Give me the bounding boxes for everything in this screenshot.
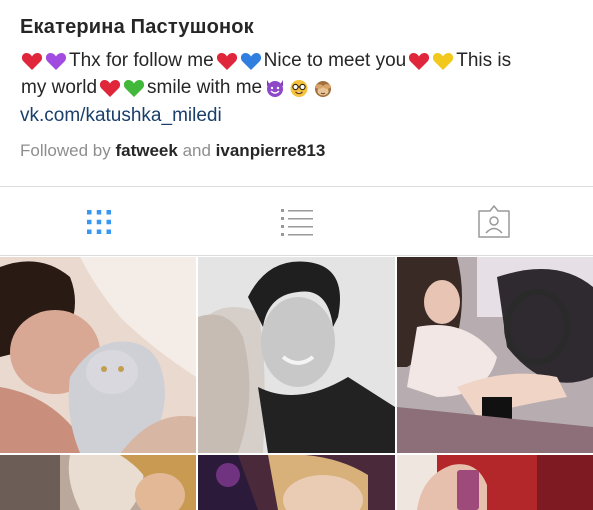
posts-grid xyxy=(0,257,593,510)
red-heart-icon xyxy=(99,78,121,98)
profile-tabs xyxy=(0,187,593,256)
nerd-face-icon xyxy=(288,78,310,98)
grid-icon xyxy=(86,209,111,234)
purple-heart-icon xyxy=(45,51,67,71)
followed-by-prefix: Followed by xyxy=(20,141,111,160)
followed-by-user-link[interactable]: ivanpierre813 xyxy=(216,141,326,160)
bio-line-1: Thx for follow me Nice to meet you This … xyxy=(20,47,580,74)
divider xyxy=(0,255,593,256)
girl-driving-car-photo xyxy=(397,257,593,453)
couple-selfie-photo xyxy=(198,257,395,453)
tab-tagged-photos[interactable] xyxy=(395,187,593,256)
red-heart-icon xyxy=(216,51,238,71)
green-heart-icon xyxy=(123,78,145,98)
list-icon xyxy=(280,208,313,236)
boy-with-cat-photo xyxy=(0,257,196,453)
girl-in-car-photo xyxy=(0,455,196,510)
post-thumbnail[interactable] xyxy=(397,257,593,453)
smiling-devil-icon xyxy=(264,78,286,98)
tab-grid-view[interactable] xyxy=(0,187,198,256)
tab-list-view[interactable] xyxy=(198,187,396,256)
profile-bio: Thx for follow me Nice to meet you This … xyxy=(20,47,580,101)
bio-text-nice: Nice to meet you xyxy=(263,50,407,71)
bio-text-smile: smile with me xyxy=(147,77,263,98)
red-heart-icon xyxy=(21,51,43,71)
profile-header: Екатерина Пастушонок Thx for follow me N… xyxy=(0,0,593,186)
yellow-heart-icon xyxy=(432,51,454,71)
blue-heart-icon xyxy=(240,51,262,71)
post-thumbnail[interactable] xyxy=(0,455,196,510)
followed-by-text: Followed by fatweek and ivanpierre813 xyxy=(20,141,325,161)
red-heart-icon xyxy=(408,51,430,71)
followed-by-user-link[interactable]: fatweek xyxy=(115,141,177,160)
profile-name: Екатерина Пастушонок xyxy=(20,16,254,38)
post-thumbnail[interactable] xyxy=(198,455,395,510)
hand-with-phone-photo xyxy=(397,455,593,510)
bio-text-this-is: This is xyxy=(456,50,512,71)
bio-text-my-world: my world xyxy=(21,77,98,98)
post-thumbnail[interactable] xyxy=(397,455,593,510)
profile-website-link[interactable]: vk.com/katushka_miledi xyxy=(20,105,222,127)
girl-night-portrait-photo xyxy=(198,455,395,510)
bio-line-2: my world smile with me xyxy=(20,74,580,101)
see-no-evil-monkey-icon xyxy=(312,78,334,98)
followed-by-and: and xyxy=(182,141,211,160)
post-thumbnail[interactable] xyxy=(198,257,395,453)
bio-text-thx: Thx for follow me xyxy=(69,50,214,71)
post-thumbnail[interactable] xyxy=(0,257,196,453)
tagged-person-icon xyxy=(478,204,510,238)
